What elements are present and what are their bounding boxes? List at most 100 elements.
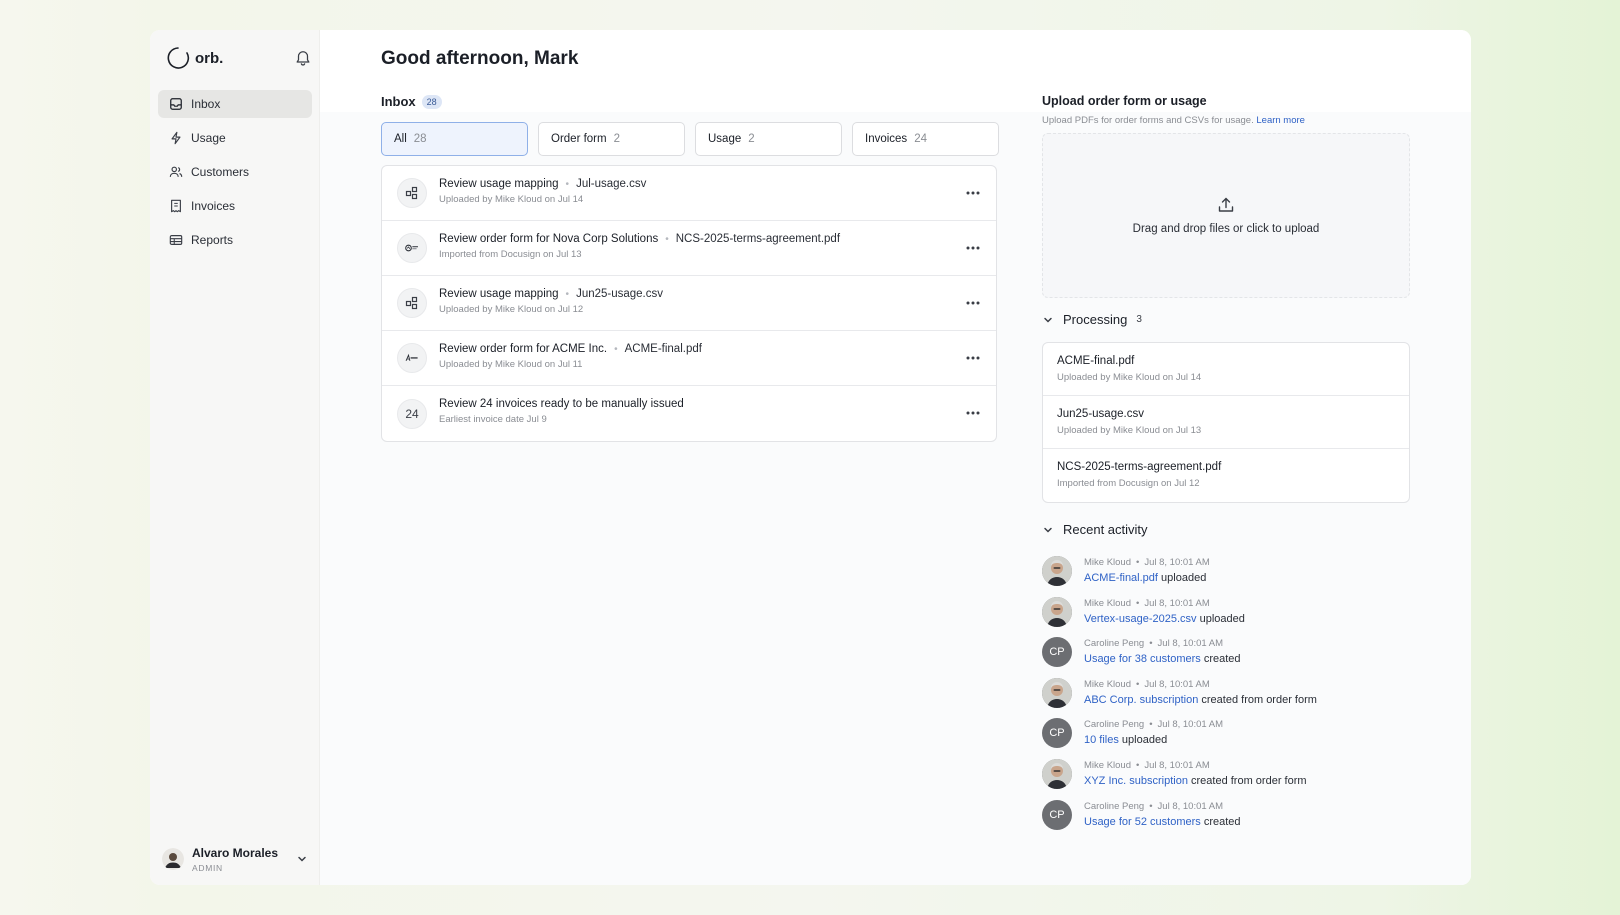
avatar — [1042, 758, 1072, 789]
activity-link[interactable]: Usage for 38 customers — [1084, 653, 1201, 665]
avatar — [1042, 596, 1072, 627]
inbox-count-badge: 28 — [421, 94, 442, 109]
task-subtitle: Uploaded by Mike Kloud on Jul 12 — [439, 304, 584, 315]
task-title: Review order form for Nova Corp Solution… — [439, 233, 659, 245]
activity-action: uploaded — [1121, 734, 1168, 747]
activity-user: Mike Kloud — [1084, 678, 1131, 690]
activity-item: Mike Kloud • Jul 8, 10:01 AM ACME-final.pdf… — [1042, 554, 1410, 595]
task-file: Jul-usage.csv — [576, 178, 647, 190]
sidebar-item-usage[interactable]: Usage — [158, 124, 312, 152]
chevron-down-icon[interactable] — [1042, 524, 1054, 536]
sidebar-item-label: Reports — [191, 233, 234, 247]
right-panel: Upload order form or usage Upload PDFs f… — [1042, 94, 1410, 830]
activity-link[interactable]: ABC Corp. subscription — [1084, 694, 1198, 706]
activity-description: XYZ Inc. subscription created from order… — [1084, 775, 1307, 787]
sidebar-item-inbox[interactable]: Inbox — [158, 90, 312, 118]
tab-label: All — [394, 133, 407, 145]
more-options-icon[interactable] — [964, 239, 982, 257]
processing-header[interactable]: Processing 3 — [1042, 312, 1142, 327]
avatar — [1042, 677, 1072, 708]
user-menu[interactable]: Alvaro Morales ADMIN — [162, 841, 312, 877]
list-item[interactable]: 24 Review 24 invoices ready to be manual… — [382, 386, 996, 441]
tab-label: Order form — [551, 133, 607, 145]
separator-dot: • — [1136, 759, 1140, 771]
task-text: Review usage mapping • Jun25-usage.csv U… — [439, 288, 663, 315]
activity-action: uploaded — [1161, 572, 1207, 584]
tab-count: 2 — [613, 133, 620, 145]
activity-meta: Caroline Peng • Jul 8, 10:01 AM — [1084, 801, 1223, 812]
tab-invoices[interactable]: Invoices 24 — [852, 122, 999, 156]
activity-link[interactable]: ACME-final.pdf — [1084, 572, 1158, 584]
activity-action: created from order form — [1201, 693, 1317, 706]
activity-item: Mike Kloud • Jul 8, 10:01 AM Vertex-usage-2… — [1042, 595, 1410, 636]
tab-usage[interactable]: Usage 2 — [695, 122, 842, 156]
task-subtitle: Imported from Docusign on Jul 13 — [439, 249, 582, 260]
list-item[interactable]: Review order form for ACME Inc. • ACME-f… — [382, 331, 996, 386]
activity-description: ACME-final.pdf uploaded — [1084, 572, 1206, 584]
chevron-down-icon[interactable] — [296, 853, 308, 865]
user-role: ADMIN — [192, 862, 223, 873]
activity-link[interactable]: 10 files — [1084, 734, 1119, 746]
more-options-icon[interactable] — [964, 184, 982, 202]
more-options-icon[interactable] — [964, 349, 982, 367]
activity-description: Usage for 38 customers created — [1084, 653, 1241, 665]
activity-link[interactable]: Vertex-usage-2025.csv — [1084, 613, 1197, 625]
file-subtitle: Uploaded by Mike Kloud on Jul 14 — [1057, 372, 1202, 383]
logo[interactable]: orb. — [166, 46, 312, 70]
file-name: Jun25-usage.csv — [1057, 408, 1144, 420]
separator-dot: • — [614, 343, 618, 355]
activity-link[interactable]: Usage for 52 customers — [1084, 816, 1201, 828]
activity-meta: Mike Kloud • Jul 8, 10:01 AM — [1084, 679, 1210, 690]
separator-dot: • — [1136, 678, 1140, 690]
users-icon — [169, 166, 183, 177]
tab-count: 24 — [914, 133, 927, 145]
upload-icon — [1218, 197, 1234, 212]
learn-more-link[interactable]: Learn more — [1256, 115, 1305, 126]
avatar: CP — [1042, 637, 1072, 668]
upload-dropzone[interactable]: Drag and drop files or click to upload — [1042, 133, 1410, 298]
separator-dot: • — [1136, 557, 1140, 568]
activity-description: ABC Corp. subscription created from orde… — [1084, 694, 1317, 706]
activity-meta: Caroline Peng • Jul 8, 10:01 AM — [1084, 719, 1223, 730]
user-info: Alvaro Morales ADMIN — [192, 846, 278, 873]
avatar: CP — [1042, 799, 1072, 830]
activity-description: Vertex-usage-2025.csv uploaded — [1084, 613, 1245, 625]
more-options-icon[interactable] — [964, 294, 982, 312]
sidebar-item-reports[interactable]: Reports — [158, 226, 312, 254]
upload-subtitle-text: Upload PDFs for order forms and CSVs for… — [1042, 115, 1254, 126]
task-subtitle: Earliest invoice date Jul 9 — [439, 414, 547, 425]
tab-order-form[interactable]: Order form 2 — [538, 122, 685, 156]
task-title: Review usage mapping — [439, 178, 559, 190]
bell-icon[interactable] — [294, 48, 312, 68]
list-item[interactable]: Review usage mapping • Jun25-usage.csv U… — [382, 276, 996, 331]
activity-time: Jul 8, 10:01 AM — [1157, 719, 1224, 731]
activity-link[interactable]: XYZ Inc. subscription — [1084, 775, 1188, 787]
sidebar-item-customers[interactable]: Customers — [158, 158, 312, 186]
activity-user: Mike Kloud — [1084, 557, 1131, 568]
sidebar-item-label: Customers — [191, 165, 250, 179]
app-window: orb. Inbox Usage Customers Invoices Repo… — [150, 30, 1471, 885]
chevron-down-icon[interactable] — [1042, 314, 1054, 326]
receipt-icon — [171, 199, 181, 213]
separator-dot: • — [665, 233, 669, 245]
activity-header[interactable]: Recent activity — [1042, 522, 1148, 537]
list-item[interactable]: ACME-final.pdf Uploaded by Mike Kloud on… — [1043, 343, 1409, 396]
more-options-icon[interactable] — [964, 404, 982, 422]
list-item[interactable]: Review order form for Nova Corp Solution… — [382, 221, 996, 276]
task-file: NCS-2025-terms-agreement.pdf — [675, 233, 841, 245]
separator-dot: • — [1149, 719, 1153, 731]
task-title: Review 24 invoices ready to be manually … — [439, 398, 684, 410]
activity-time: Jul 8, 10:01 AM — [1144, 557, 1210, 568]
list-item[interactable]: Jun25-usage.csv Uploaded by Mike Kloud o… — [1043, 396, 1409, 449]
tab-all[interactable]: All 28 — [381, 122, 528, 156]
activity-time: Jul 8, 10:01 AM — [1144, 597, 1210, 609]
list-item[interactable]: Review usage mapping • Jul-usage.csv Upl… — [382, 166, 996, 221]
activity-item: CP Caroline Peng • Jul 8, 10:01 AM Usage for… — [1042, 635, 1410, 676]
upload-title: Upload order form or usage — [1042, 94, 1207, 108]
task-title: Review usage mapping — [439, 288, 559, 300]
sidebar-item-invoices[interactable]: Invoices — [158, 192, 312, 220]
list-item[interactable]: NCS-2025-terms-agreement.pdf Imported fr… — [1043, 449, 1409, 502]
activity-action: uploaded — [1199, 612, 1245, 625]
activity-user: Caroline Peng — [1084, 800, 1145, 812]
activity-user: Mike Kloud — [1084, 597, 1131, 609]
